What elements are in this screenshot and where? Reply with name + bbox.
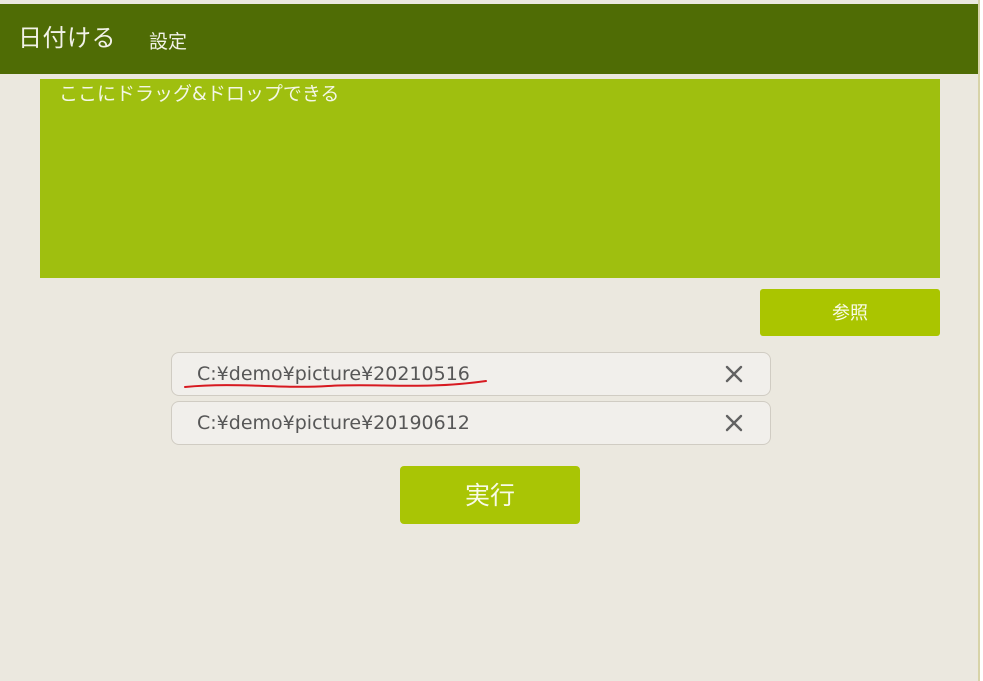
remove-file-button[interactable] (721, 361, 747, 387)
run-button[interactable]: 実行 (400, 466, 580, 524)
close-icon (725, 414, 743, 432)
file-list-item: C:¥demo¥picture¥20190612 (171, 401, 771, 445)
remove-file-button[interactable] (721, 410, 747, 436)
app-window: 日付ける 設定 ここにドラッグ&ドロップできる 参照 C:¥demo¥pictu… (0, 0, 980, 681)
dropzone-label: ここにドラッグ&ドロップできる (59, 83, 340, 105)
browse-button[interactable]: 参照 (760, 289, 940, 336)
app-title: 日付ける (18, 24, 116, 52)
close-icon (725, 365, 743, 383)
file-path: C:¥demo¥picture¥20190612 (197, 412, 470, 434)
file-list-item: C:¥demo¥picture¥20210516 (171, 352, 771, 396)
app-header: 日付ける 設定 (0, 4, 978, 74)
file-path: C:¥demo¥picture¥20210516 (197, 363, 470, 385)
file-dropzone[interactable]: ここにドラッグ&ドロップできる (40, 79, 940, 278)
settings-link[interactable]: 設定 (149, 31, 187, 53)
